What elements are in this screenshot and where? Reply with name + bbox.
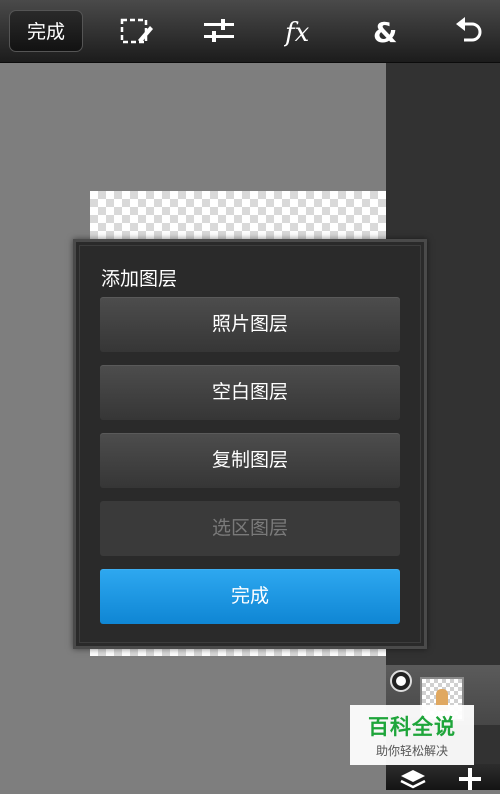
- undo-icon[interactable]: [452, 14, 486, 48]
- adjustments-icon[interactable]: [202, 14, 236, 48]
- svg-text:fx: fx: [284, 18, 310, 48]
- dialog-done-button[interactable]: 完成: [100, 569, 400, 624]
- transparent-canvas-bottom: [90, 648, 386, 656]
- layers-icon[interactable]: [398, 768, 428, 790]
- layer-select-radio[interactable]: [390, 670, 412, 692]
- selection-layer-button: 选区图层: [100, 501, 400, 556]
- selection-edit-icon[interactable]: [120, 14, 154, 48]
- watermark-subtitle: 助你轻松解决: [375, 744, 448, 758]
- blank-layer-button[interactable]: 空白图层: [100, 365, 400, 420]
- svg-text:&: &: [373, 16, 397, 48]
- watermark-logo: 百科全说 助你轻松解决: [350, 705, 474, 765]
- blend-ampersand-icon[interactable]: &: [370, 14, 404, 48]
- photo-layer-button[interactable]: 照片图层: [100, 297, 400, 352]
- dialog-title: 添加图层: [101, 268, 178, 290]
- done-button[interactable]: 完成: [9, 10, 83, 52]
- add-icon[interactable]: [456, 766, 484, 790]
- watermark-title: 百科全说: [368, 715, 456, 739]
- transparent-canvas-top: [90, 191, 386, 240]
- add-layer-dialog: 添加图层 照片图层 空白图层 复制图层 选区图层 完成: [73, 239, 427, 649]
- top-toolbar: 完成 fx &: [0, 0, 500, 63]
- effects-fx-icon[interactable]: fx: [284, 14, 318, 48]
- duplicate-layer-button[interactable]: 复制图层: [100, 433, 400, 488]
